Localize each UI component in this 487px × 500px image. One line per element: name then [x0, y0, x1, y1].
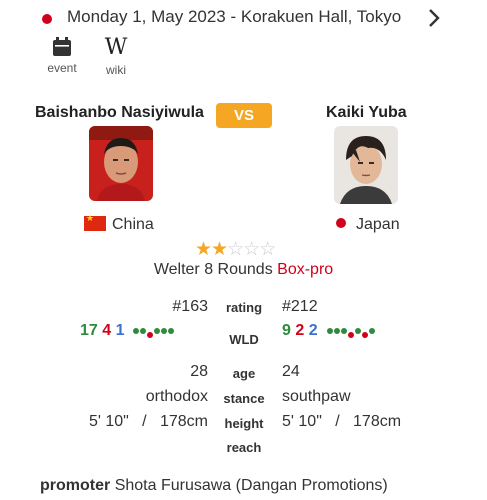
bout-rating-stars: ★★☆☆☆ — [195, 238, 276, 261]
vs-badge: VS — [216, 103, 272, 128]
fighter-a-stance: orthodox — [145, 388, 208, 405]
fighter-b-wld: 9 2 2 — [282, 322, 376, 340]
promoter-label: promoter — [40, 477, 111, 494]
fighter-b-wins: 9 — [282, 322, 291, 340]
result-loss-dot — [147, 332, 154, 338]
promoter-value[interactable]: Shota Furusawa (Dangan Promotions) — [115, 477, 388, 494]
fighter-a-height-ft: 5' 10" — [88, 413, 129, 430]
fighter-a-losses: 4 — [102, 322, 112, 340]
bout-type-link[interactable]: Box-pro — [277, 261, 333, 278]
fighter-b-height-cm: 178cm — [353, 413, 402, 430]
fighter-b-recent-results — [326, 322, 376, 340]
wiki-button[interactable]: W wiki — [94, 35, 138, 78]
fighter-a-country: ★ China — [84, 213, 154, 234]
event-button[interactable]: event — [40, 36, 84, 75]
result-win-dot — [154, 328, 161, 334]
fighter-a-age: 28 — [190, 363, 208, 380]
japan-flag-icon — [336, 218, 346, 228]
fighter-b-photo[interactable] — [334, 126, 398, 204]
result-win-dot — [161, 328, 168, 334]
fighter-a-rating: #163 — [172, 298, 208, 315]
fighter-b-height: 5' 10" / 178cm — [282, 413, 401, 431]
result-win-dot — [140, 328, 147, 334]
fighter-a-height: 5' 10" / 178cm — [60, 413, 208, 431]
fighter-b-rating: #212 — [282, 298, 318, 315]
fighter-b-height-ft: 5' 10" — [282, 413, 322, 430]
result-win-dot — [368, 328, 375, 334]
height-label: height — [224, 416, 264, 431]
result-win-dot — [354, 328, 361, 334]
fighter-b-country: Japan — [336, 216, 400, 234]
result-loss-dot — [347, 332, 354, 338]
result-win-dot — [168, 328, 175, 334]
fighter-a-recent-results — [133, 322, 175, 340]
fighter-a-name[interactable]: Baishanbo Nasiyiwula — [35, 104, 204, 122]
stance-label: stance — [223, 391, 265, 406]
result-loss-dot — [361, 332, 368, 338]
promoter: promoter Shota Furusawa (Dangan Promotio… — [40, 477, 388, 495]
rating-label: rating — [225, 300, 263, 315]
event-header[interactable]: Monday 1, May 2023 - Korakuen Hall, Toky… — [0, 4, 487, 32]
star-filled-icon: ★ — [195, 239, 212, 260]
result-win-dot — [340, 328, 347, 334]
fighter-b-age: 24 — [282, 363, 300, 380]
height-separator: / — [142, 413, 147, 430]
star-empty-icon: ☆ — [259, 239, 276, 260]
fighter-b-country-label: Japan — [356, 216, 400, 233]
wikipedia-icon: W — [104, 35, 128, 60]
wld-label: WLD — [229, 332, 259, 347]
fighter-a-wins: 17 — [80, 322, 98, 340]
result-win-dot — [326, 328, 333, 334]
star-empty-icon: ☆ — [227, 239, 244, 260]
age-label: age — [232, 366, 256, 381]
result-win-dot — [333, 328, 340, 334]
fighter-a-country-label: China — [112, 216, 154, 233]
event-label: event — [47, 61, 77, 75]
fighter-a-wld: 17 4 1 — [80, 322, 175, 340]
wiki-label: wiki — [106, 63, 126, 77]
calendar-icon — [53, 37, 71, 56]
star-empty-icon: ☆ — [243, 239, 260, 260]
fighter-b-name[interactable]: Kaiki Yuba — [326, 104, 407, 122]
chevron-right-icon[interactable] — [426, 7, 442, 29]
fighter-b-draws: 2 — [308, 322, 318, 340]
fighter-a-height-cm: 178cm — [159, 413, 208, 430]
fighter-b-losses: 2 — [295, 322, 305, 340]
bout-weight-rounds: Welter 8 Rounds — [153, 261, 273, 278]
china-flag-icon: ★ — [84, 213, 106, 231]
height-separator: / — [335, 413, 340, 430]
live-dot-icon — [42, 14, 52, 24]
fighter-b-stance: southpaw — [282, 388, 351, 405]
result-win-dot — [133, 328, 140, 334]
fighter-a-photo[interactable] — [89, 126, 153, 201]
bout-description: Welter 8 Rounds Box-pro — [0, 261, 487, 279]
event-date-venue: Monday 1, May 2023 - Korakuen Hall, Toky… — [67, 7, 402, 26]
reach-label: reach — [226, 440, 262, 455]
star-filled-icon: ★ — [211, 239, 228, 260]
fighter-a-draws: 1 — [115, 322, 125, 340]
